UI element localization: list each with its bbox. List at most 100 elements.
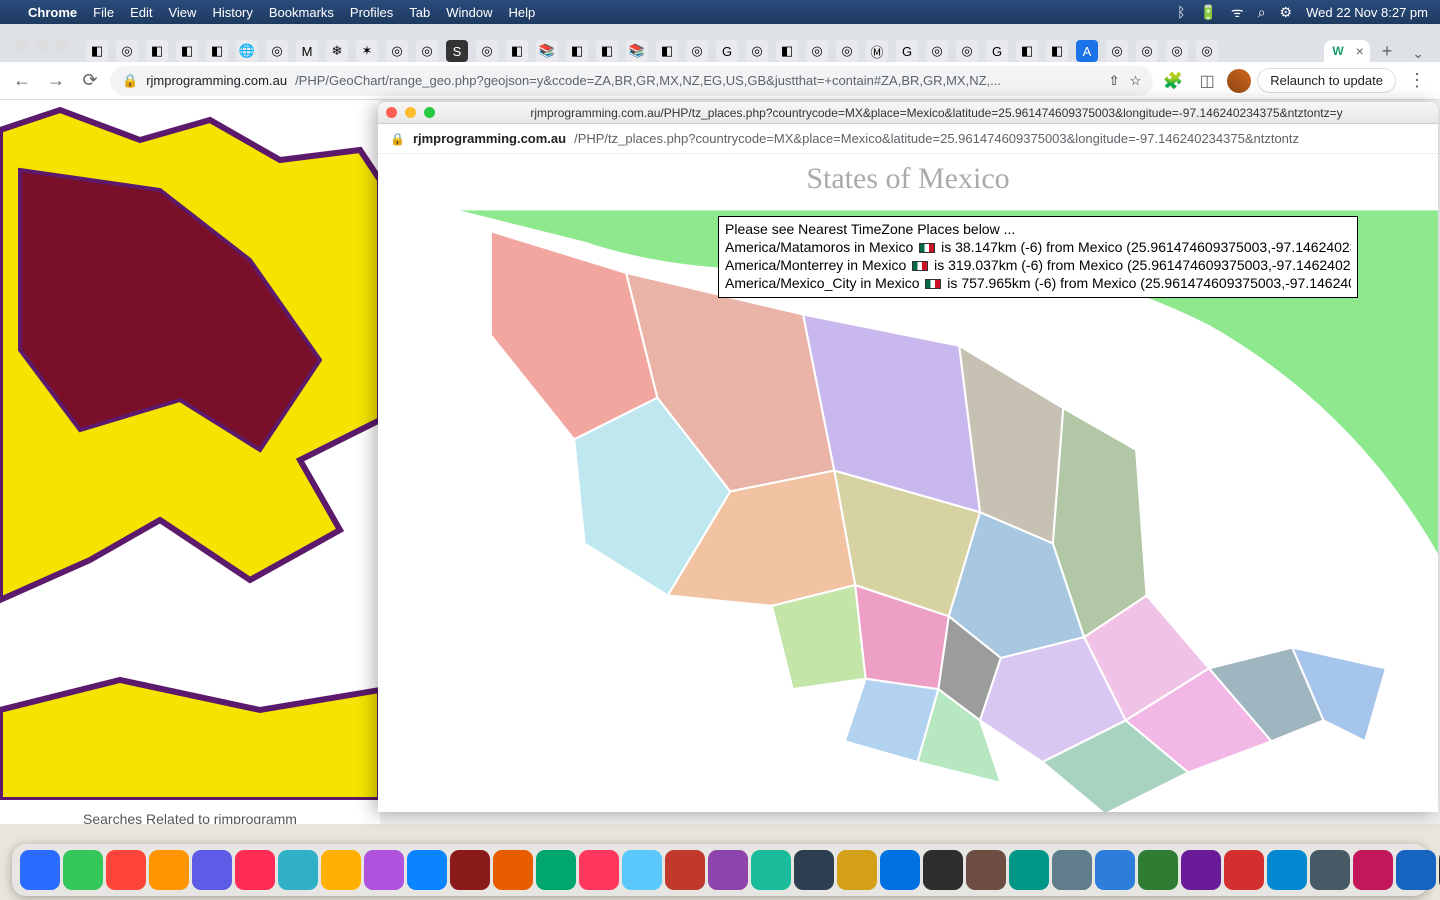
dock-app-icon[interactable] bbox=[622, 850, 662, 890]
popup-traffic-lights[interactable] bbox=[386, 107, 435, 118]
tab-icon[interactable]: ◧ bbox=[506, 40, 528, 62]
dock-app-icon[interactable] bbox=[837, 850, 877, 890]
popup-minimize-icon[interactable] bbox=[405, 107, 416, 118]
close-window-icon[interactable] bbox=[16, 39, 28, 51]
menu-history[interactable]: History bbox=[212, 5, 252, 20]
menu-tab[interactable]: Tab bbox=[409, 5, 430, 20]
dock-app-icon[interactable] bbox=[1353, 850, 1393, 890]
dock-app-icon[interactable] bbox=[665, 850, 705, 890]
dock-app-icon[interactable] bbox=[63, 850, 103, 890]
dock-app-icon[interactable] bbox=[966, 850, 1006, 890]
tab-icon[interactable]: ◎ bbox=[266, 40, 288, 62]
tab-icon[interactable]: G bbox=[716, 40, 738, 62]
dock-app-icon[interactable] bbox=[536, 850, 576, 890]
dock-app-icon[interactable] bbox=[106, 850, 146, 890]
tab-icon[interactable]: G bbox=[896, 40, 918, 62]
menu-help[interactable]: Help bbox=[509, 5, 536, 20]
profile-avatar[interactable] bbox=[1227, 69, 1251, 93]
dock-app-icon[interactable] bbox=[149, 850, 189, 890]
menu-bookmarks[interactable]: Bookmarks bbox=[269, 5, 334, 20]
dock-app-icon[interactable] bbox=[1267, 850, 1307, 890]
tab-icon[interactable]: M bbox=[296, 40, 318, 62]
tab-icon[interactable]: G bbox=[986, 40, 1008, 62]
menu-window[interactable]: Window bbox=[446, 5, 492, 20]
tab-icon[interactable]: ◎ bbox=[416, 40, 438, 62]
dock-app-icon[interactable] bbox=[192, 850, 232, 890]
tab-icon[interactable]: ❄ bbox=[326, 40, 348, 62]
bluetooth-icon[interactable]: ᛒ bbox=[1177, 4, 1185, 20]
tab-icon[interactable]: ◎ bbox=[1136, 40, 1158, 62]
sidepanel-icon[interactable]: ◫ bbox=[1193, 67, 1221, 95]
macos-dock[interactable] bbox=[12, 844, 1428, 896]
dock-app-icon[interactable] bbox=[1310, 850, 1350, 890]
tab-overflow-icon[interactable]: ⌄ bbox=[1404, 45, 1432, 62]
tab-icon[interactable]: ◎ bbox=[926, 40, 948, 62]
tab-icon[interactable]: 📚 bbox=[626, 40, 648, 62]
back-button[interactable]: ← bbox=[8, 67, 36, 95]
dock-app-icon[interactable] bbox=[794, 850, 834, 890]
tab-icon[interactable]: ◎ bbox=[956, 40, 978, 62]
share-icon[interactable]: ⇧ bbox=[1109, 73, 1120, 89]
extensions-icon[interactable]: 🧩 bbox=[1159, 67, 1187, 95]
wifi-icon[interactable]: ᯤ bbox=[1231, 3, 1244, 22]
zoom-window-icon[interactable] bbox=[56, 39, 68, 51]
popup-titlebar[interactable]: rjmprogramming.com.au/PHP/tz_places.php?… bbox=[378, 102, 1438, 124]
minimize-window-icon[interactable] bbox=[36, 39, 48, 51]
dock-app-icon[interactable] bbox=[751, 850, 791, 890]
dock-app-icon[interactable] bbox=[579, 850, 619, 890]
dock-app-icon[interactable] bbox=[708, 850, 748, 890]
tab-icon[interactable]: S bbox=[446, 40, 468, 62]
dock-app-icon[interactable] bbox=[364, 850, 404, 890]
tab-icon[interactable]: ◧ bbox=[146, 40, 168, 62]
tab-icon[interactable]: 🌐 bbox=[236, 40, 258, 62]
tab-icon[interactable]: ✶ bbox=[356, 40, 378, 62]
tab-icon[interactable]: ◎ bbox=[806, 40, 828, 62]
chrome-menu-icon[interactable]: ⋮ bbox=[1402, 70, 1432, 91]
window-traffic-lights[interactable] bbox=[8, 39, 76, 51]
relaunch-button[interactable]: Relaunch to update bbox=[1257, 68, 1396, 93]
dock-app-icon[interactable] bbox=[1009, 850, 1049, 890]
dock-app-icon[interactable] bbox=[493, 850, 533, 890]
tab-icon[interactable]: ◎ bbox=[746, 40, 768, 62]
menu-profiles[interactable]: Profiles bbox=[350, 5, 393, 20]
dock-app-icon[interactable] bbox=[450, 850, 490, 890]
bookmark-icon[interactable]: ☆ bbox=[1130, 73, 1142, 89]
popup-zoom-icon[interactable] bbox=[424, 107, 435, 118]
dock-app-icon[interactable] bbox=[1396, 850, 1436, 890]
dock-app-icon[interactable] bbox=[1181, 850, 1221, 890]
menu-file[interactable]: File bbox=[93, 5, 114, 20]
tab-icon[interactable]: A bbox=[1076, 40, 1098, 62]
dock-app-icon[interactable] bbox=[1052, 850, 1092, 890]
dock-app-icon[interactable] bbox=[407, 850, 447, 890]
reload-button[interactable]: ⟳ bbox=[76, 67, 104, 95]
control-center-icon[interactable]: ⚙ bbox=[1280, 4, 1293, 21]
dock-app-icon[interactable] bbox=[321, 850, 361, 890]
dock-app-icon[interactable] bbox=[880, 850, 920, 890]
popup-omnibar[interactable]: 🔒 rjmprogramming.com.au/PHP/tz_places.ph… bbox=[378, 124, 1438, 154]
tab-icon[interactable]: ◧ bbox=[1046, 40, 1068, 62]
tab-icon[interactable]: ◎ bbox=[476, 40, 498, 62]
dock-app-icon[interactable] bbox=[235, 850, 275, 890]
popup-close-icon[interactable] bbox=[386, 107, 397, 118]
tab-icon[interactable]: ◎ bbox=[1166, 40, 1188, 62]
dock-app-icon[interactable] bbox=[1138, 850, 1178, 890]
dock-app-icon[interactable] bbox=[20, 850, 60, 890]
app-name[interactable]: Chrome bbox=[28, 5, 77, 20]
search-icon[interactable]: ⌕ bbox=[1258, 4, 1266, 21]
tab-icon[interactable]: Ⓜ bbox=[866, 40, 888, 62]
dock-app-icon[interactable] bbox=[1095, 850, 1135, 890]
tab-icon[interactable]: 📚 bbox=[536, 40, 558, 62]
dock-app-icon[interactable] bbox=[1224, 850, 1264, 890]
dock-app-icon[interactable] bbox=[923, 850, 963, 890]
tab-icon[interactable]: ◎ bbox=[386, 40, 408, 62]
tab-icon[interactable]: ◧ bbox=[206, 40, 228, 62]
tab-icon[interactable]: ◧ bbox=[176, 40, 198, 62]
tab-icon[interactable]: ◧ bbox=[566, 40, 588, 62]
menubar-clock[interactable]: Wed 22 Nov 8:27 pm bbox=[1306, 5, 1428, 20]
tab-icon[interactable]: ◧ bbox=[776, 40, 798, 62]
close-tab-icon[interactable]: × bbox=[1356, 43, 1364, 59]
tab-icon[interactable]: ◧ bbox=[1016, 40, 1038, 62]
tab-icon[interactable]: ◎ bbox=[116, 40, 138, 62]
menu-view[interactable]: View bbox=[168, 5, 196, 20]
omnibox[interactable]: 🔒 rjmprogramming.com.au/PHP/GeoChart/ran… bbox=[110, 66, 1153, 96]
